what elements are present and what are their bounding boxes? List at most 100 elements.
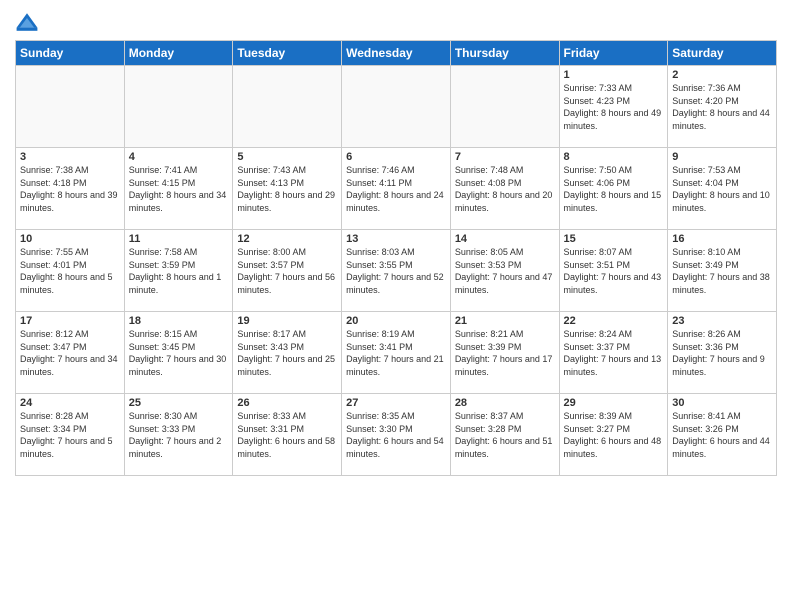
logo <box>15 10 41 34</box>
calendar-cell: 25Sunrise: 8:30 AMSunset: 3:33 PMDayligh… <box>124 394 233 476</box>
calendar-cell: 17Sunrise: 8:12 AMSunset: 3:47 PMDayligh… <box>16 312 125 394</box>
day-number: 27 <box>346 397 446 409</box>
calendar-cell: 29Sunrise: 8:39 AMSunset: 3:27 PMDayligh… <box>559 394 668 476</box>
calendar-cell: 18Sunrise: 8:15 AMSunset: 3:45 PMDayligh… <box>124 312 233 394</box>
day-info: Sunrise: 7:33 AMSunset: 4:23 PMDaylight:… <box>564 82 664 132</box>
day-info: Sunrise: 8:37 AMSunset: 3:28 PMDaylight:… <box>455 410 555 460</box>
calendar-header-friday: Friday <box>559 41 668 66</box>
calendar-cell: 19Sunrise: 8:17 AMSunset: 3:43 PMDayligh… <box>233 312 342 394</box>
calendar-cell: 23Sunrise: 8:26 AMSunset: 3:36 PMDayligh… <box>668 312 777 394</box>
calendar-header-tuesday: Tuesday <box>233 41 342 66</box>
day-number: 30 <box>672 397 772 409</box>
calendar-cell <box>16 66 125 148</box>
day-info: Sunrise: 8:30 AMSunset: 3:33 PMDaylight:… <box>129 410 229 460</box>
day-info: Sunrise: 7:55 AMSunset: 4:01 PMDaylight:… <box>20 246 120 296</box>
calendar-header-row: SundayMondayTuesdayWednesdayThursdayFrid… <box>16 41 777 66</box>
day-number: 2 <box>672 69 772 81</box>
calendar-cell: 12Sunrise: 8:00 AMSunset: 3:57 PMDayligh… <box>233 230 342 312</box>
calendar-cell: 7Sunrise: 7:48 AMSunset: 4:08 PMDaylight… <box>450 148 559 230</box>
day-number: 19 <box>237 315 337 327</box>
calendar-cell: 22Sunrise: 8:24 AMSunset: 3:37 PMDayligh… <box>559 312 668 394</box>
day-number: 7 <box>455 151 555 163</box>
calendar-cell: 2Sunrise: 7:36 AMSunset: 4:20 PMDaylight… <box>668 66 777 148</box>
day-number: 6 <box>346 151 446 163</box>
day-number: 18 <box>129 315 229 327</box>
day-number: 14 <box>455 233 555 245</box>
day-info: Sunrise: 8:24 AMSunset: 3:37 PMDaylight:… <box>564 328 664 378</box>
day-number: 16 <box>672 233 772 245</box>
calendar-cell: 16Sunrise: 8:10 AMSunset: 3:49 PMDayligh… <box>668 230 777 312</box>
calendar-cell: 3Sunrise: 7:38 AMSunset: 4:18 PMDaylight… <box>16 148 125 230</box>
day-number: 28 <box>455 397 555 409</box>
day-number: 4 <box>129 151 229 163</box>
calendar-cell: 5Sunrise: 7:43 AMSunset: 4:13 PMDaylight… <box>233 148 342 230</box>
day-info: Sunrise: 8:15 AMSunset: 3:45 PMDaylight:… <box>129 328 229 378</box>
day-number: 8 <box>564 151 664 163</box>
calendar-cell: 15Sunrise: 8:07 AMSunset: 3:51 PMDayligh… <box>559 230 668 312</box>
day-info: Sunrise: 7:50 AMSunset: 4:06 PMDaylight:… <box>564 164 664 214</box>
calendar-week-4: 24Sunrise: 8:28 AMSunset: 3:34 PMDayligh… <box>16 394 777 476</box>
day-info: Sunrise: 8:19 AMSunset: 3:41 PMDaylight:… <box>346 328 446 378</box>
day-info: Sunrise: 8:12 AMSunset: 3:47 PMDaylight:… <box>20 328 120 378</box>
day-info: Sunrise: 8:21 AMSunset: 3:39 PMDaylight:… <box>455 328 555 378</box>
calendar-header-monday: Monday <box>124 41 233 66</box>
header <box>15 10 777 34</box>
calendar-header-thursday: Thursday <box>450 41 559 66</box>
day-info: Sunrise: 7:53 AMSunset: 4:04 PMDaylight:… <box>672 164 772 214</box>
calendar-cell: 11Sunrise: 7:58 AMSunset: 3:59 PMDayligh… <box>124 230 233 312</box>
day-number: 26 <box>237 397 337 409</box>
day-info: Sunrise: 7:36 AMSunset: 4:20 PMDaylight:… <box>672 82 772 132</box>
calendar-cell: 21Sunrise: 8:21 AMSunset: 3:39 PMDayligh… <box>450 312 559 394</box>
calendar-week-2: 10Sunrise: 7:55 AMSunset: 4:01 PMDayligh… <box>16 230 777 312</box>
calendar-cell <box>124 66 233 148</box>
day-info: Sunrise: 8:28 AMSunset: 3:34 PMDaylight:… <box>20 410 120 460</box>
day-number: 17 <box>20 315 120 327</box>
day-info: Sunrise: 8:00 AMSunset: 3:57 PMDaylight:… <box>237 246 337 296</box>
calendar-cell <box>342 66 451 148</box>
day-info: Sunrise: 7:48 AMSunset: 4:08 PMDaylight:… <box>455 164 555 214</box>
calendar-cell: 13Sunrise: 8:03 AMSunset: 3:55 PMDayligh… <box>342 230 451 312</box>
day-number: 23 <box>672 315 772 327</box>
day-info: Sunrise: 8:17 AMSunset: 3:43 PMDaylight:… <box>237 328 337 378</box>
calendar-header-sunday: Sunday <box>16 41 125 66</box>
calendar-cell: 26Sunrise: 8:33 AMSunset: 3:31 PMDayligh… <box>233 394 342 476</box>
day-info: Sunrise: 8:07 AMSunset: 3:51 PMDaylight:… <box>564 246 664 296</box>
day-info: Sunrise: 8:41 AMSunset: 3:26 PMDaylight:… <box>672 410 772 460</box>
calendar-week-3: 17Sunrise: 8:12 AMSunset: 3:47 PMDayligh… <box>16 312 777 394</box>
day-info: Sunrise: 8:26 AMSunset: 3:36 PMDaylight:… <box>672 328 772 378</box>
calendar-cell: 6Sunrise: 7:46 AMSunset: 4:11 PMDaylight… <box>342 148 451 230</box>
calendar-cell: 30Sunrise: 8:41 AMSunset: 3:26 PMDayligh… <box>668 394 777 476</box>
day-info: Sunrise: 7:58 AMSunset: 3:59 PMDaylight:… <box>129 246 229 296</box>
calendar-cell: 4Sunrise: 7:41 AMSunset: 4:15 PMDaylight… <box>124 148 233 230</box>
calendar-cell: 27Sunrise: 8:35 AMSunset: 3:30 PMDayligh… <box>342 394 451 476</box>
day-number: 24 <box>20 397 120 409</box>
day-number: 13 <box>346 233 446 245</box>
day-info: Sunrise: 8:05 AMSunset: 3:53 PMDaylight:… <box>455 246 555 296</box>
page: SundayMondayTuesdayWednesdayThursdayFrid… <box>0 0 792 612</box>
day-number: 12 <box>237 233 337 245</box>
calendar-cell: 1Sunrise: 7:33 AMSunset: 4:23 PMDaylight… <box>559 66 668 148</box>
day-info: Sunrise: 8:39 AMSunset: 3:27 PMDaylight:… <box>564 410 664 460</box>
day-number: 1 <box>564 69 664 81</box>
day-number: 5 <box>237 151 337 163</box>
calendar-cell: 10Sunrise: 7:55 AMSunset: 4:01 PMDayligh… <box>16 230 125 312</box>
calendar-cell: 24Sunrise: 8:28 AMSunset: 3:34 PMDayligh… <box>16 394 125 476</box>
day-number: 21 <box>455 315 555 327</box>
logo-icon <box>15 10 39 34</box>
calendar-cell: 28Sunrise: 8:37 AMSunset: 3:28 PMDayligh… <box>450 394 559 476</box>
day-number: 11 <box>129 233 229 245</box>
calendar-header-wednesday: Wednesday <box>342 41 451 66</box>
calendar-header-saturday: Saturday <box>668 41 777 66</box>
day-number: 25 <box>129 397 229 409</box>
day-info: Sunrise: 7:43 AMSunset: 4:13 PMDaylight:… <box>237 164 337 214</box>
calendar-cell: 9Sunrise: 7:53 AMSunset: 4:04 PMDaylight… <box>668 148 777 230</box>
calendar-week-0: 1Sunrise: 7:33 AMSunset: 4:23 PMDaylight… <box>16 66 777 148</box>
day-number: 9 <box>672 151 772 163</box>
day-number: 10 <box>20 233 120 245</box>
calendar-cell: 8Sunrise: 7:50 AMSunset: 4:06 PMDaylight… <box>559 148 668 230</box>
day-info: Sunrise: 8:03 AMSunset: 3:55 PMDaylight:… <box>346 246 446 296</box>
day-info: Sunrise: 7:41 AMSunset: 4:15 PMDaylight:… <box>129 164 229 214</box>
calendar-table: SundayMondayTuesdayWednesdayThursdayFrid… <box>15 40 777 476</box>
day-info: Sunrise: 7:46 AMSunset: 4:11 PMDaylight:… <box>346 164 446 214</box>
day-number: 29 <box>564 397 664 409</box>
